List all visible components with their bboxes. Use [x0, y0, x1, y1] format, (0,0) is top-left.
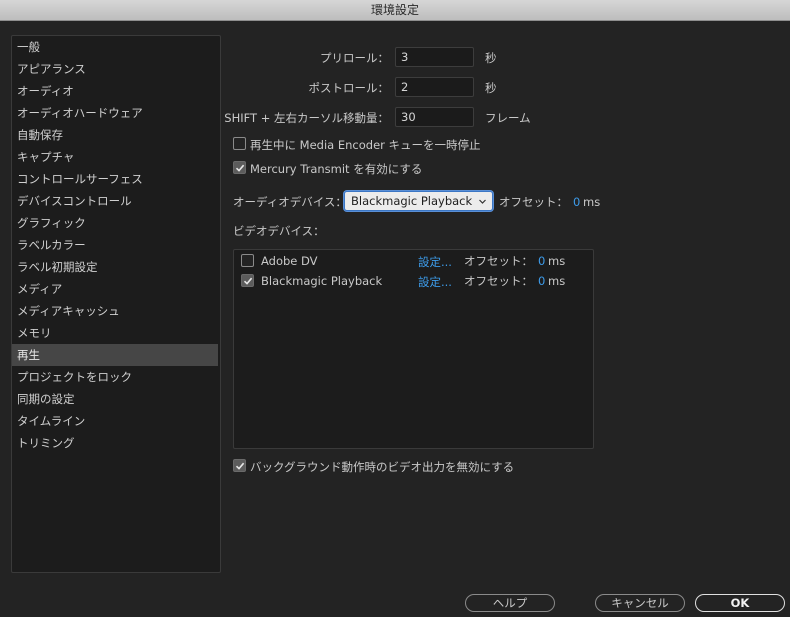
audio-offset-value[interactable]: 0 — [573, 195, 580, 209]
disable-background-video-checkbox[interactable] — [233, 459, 246, 472]
ok-button[interactable]: OK — [695, 594, 785, 612]
sidebar-item-device-control[interactable]: デバイスコントロール — [12, 190, 218, 212]
video-device-name: Adobe DV — [261, 254, 318, 268]
sidebar-item-timeline[interactable]: タイムライン — [12, 410, 218, 432]
sidebar-item-auto-save[interactable]: 自動保存 — [12, 124, 218, 146]
video-device-offset-unit: ms — [548, 254, 566, 268]
sidebar-item-control-surface[interactable]: コントロールサーフェス — [12, 168, 218, 190]
window-title: 環境設定 — [370, 3, 419, 17]
video-device-checkbox-adobe-dv[interactable] — [241, 254, 254, 267]
sidebar-item-memory[interactable]: メモリ — [12, 322, 218, 344]
audio-device-dropdown[interactable]: Blackmagic Playback — [344, 191, 493, 211]
cancel-button[interactable]: キャンセル — [595, 594, 685, 612]
video-device-offset-value[interactable]: 0 — [538, 254, 545, 268]
preferences-category-list[interactable]: 一般 アピアランス オーディオ オーディオハードウェア 自動保存 キャプチャ コ… — [11, 35, 221, 573]
mercury-transmit-label: Mercury Transmit を有効にする — [250, 162, 423, 176]
preroll-unit: 秒 — [485, 51, 497, 65]
video-device-offset-label: オフセット： — [464, 274, 533, 288]
video-device-checkbox-blackmagic[interactable] — [241, 274, 254, 287]
checkmark-icon — [243, 277, 253, 285]
pause-encoder-label: 再生中に Media Encoder キューを一時停止 — [250, 138, 481, 152]
audio-device-label: オーディオデバイス： — [233, 195, 347, 209]
checkmark-icon — [235, 462, 245, 470]
sidebar-item-media-cache[interactable]: メディアキャッシュ — [12, 300, 218, 322]
preroll-input[interactable] — [395, 47, 474, 67]
sidebar-item-trim[interactable]: トリミング — [12, 432, 218, 454]
audio-offset-label: オフセット： — [499, 195, 568, 209]
video-device-offset-value[interactable]: 0 — [538, 274, 545, 288]
sidebar-item-label-colors[interactable]: ラベルカラー — [12, 234, 218, 256]
window-title-bar: 環境設定 — [0, 0, 790, 21]
preroll-label: プリロール： — [320, 51, 389, 65]
sidebar-item-sync-settings[interactable]: 同期の設定 — [12, 388, 218, 410]
mercury-transmit-checkbox[interactable] — [233, 161, 246, 174]
chevron-down-icon — [479, 199, 486, 204]
sidebar-item-capture[interactable]: キャプチャ — [12, 146, 218, 168]
video-device-offset-unit: ms — [548, 274, 566, 288]
sidebar-item-media[interactable]: メディア — [12, 278, 218, 300]
video-device-settings-link[interactable]: 設定... — [418, 254, 452, 270]
video-device-settings-link[interactable]: 設定... — [418, 274, 452, 290]
shift-move-label: SHIFT + 左右カーソル移動量： — [224, 111, 389, 125]
postroll-unit: 秒 — [485, 81, 497, 95]
audio-offset-unit: ms — [583, 195, 601, 209]
sidebar-item-graphics[interactable]: グラフィック — [12, 212, 218, 234]
sidebar-item-general[interactable]: 一般 — [12, 36, 218, 58]
video-device-label: ビデオデバイス： — [233, 224, 325, 238]
sidebar-item-audio-hardware[interactable]: オーディオハードウェア — [12, 102, 218, 124]
postroll-input[interactable] — [395, 77, 474, 97]
video-device-offset-label: オフセット： — [464, 254, 533, 268]
checkmark-icon — [235, 164, 245, 172]
disable-background-video-label: バックグラウンド動作時のビデオ出力を無効にする — [250, 460, 515, 474]
shift-move-input[interactable] — [395, 107, 474, 127]
sidebar-item-playback[interactable]: 再生 — [12, 344, 218, 366]
audio-device-value: Blackmagic Playback — [351, 194, 473, 208]
shift-move-unit: フレーム — [485, 111, 531, 125]
sidebar-item-project-locking[interactable]: プロジェクトをロック — [12, 366, 218, 388]
sidebar-item-audio[interactable]: オーディオ — [12, 80, 218, 102]
postroll-label: ポストロール： — [308, 81, 390, 95]
help-button[interactable]: ヘルプ — [465, 594, 555, 612]
sidebar-item-label-defaults[interactable]: ラベル初期設定 — [12, 256, 218, 278]
pause-encoder-checkbox[interactable] — [233, 137, 246, 150]
video-device-name: Blackmagic Playback — [261, 274, 383, 288]
sidebar-item-appearance[interactable]: アピアランス — [12, 58, 218, 80]
